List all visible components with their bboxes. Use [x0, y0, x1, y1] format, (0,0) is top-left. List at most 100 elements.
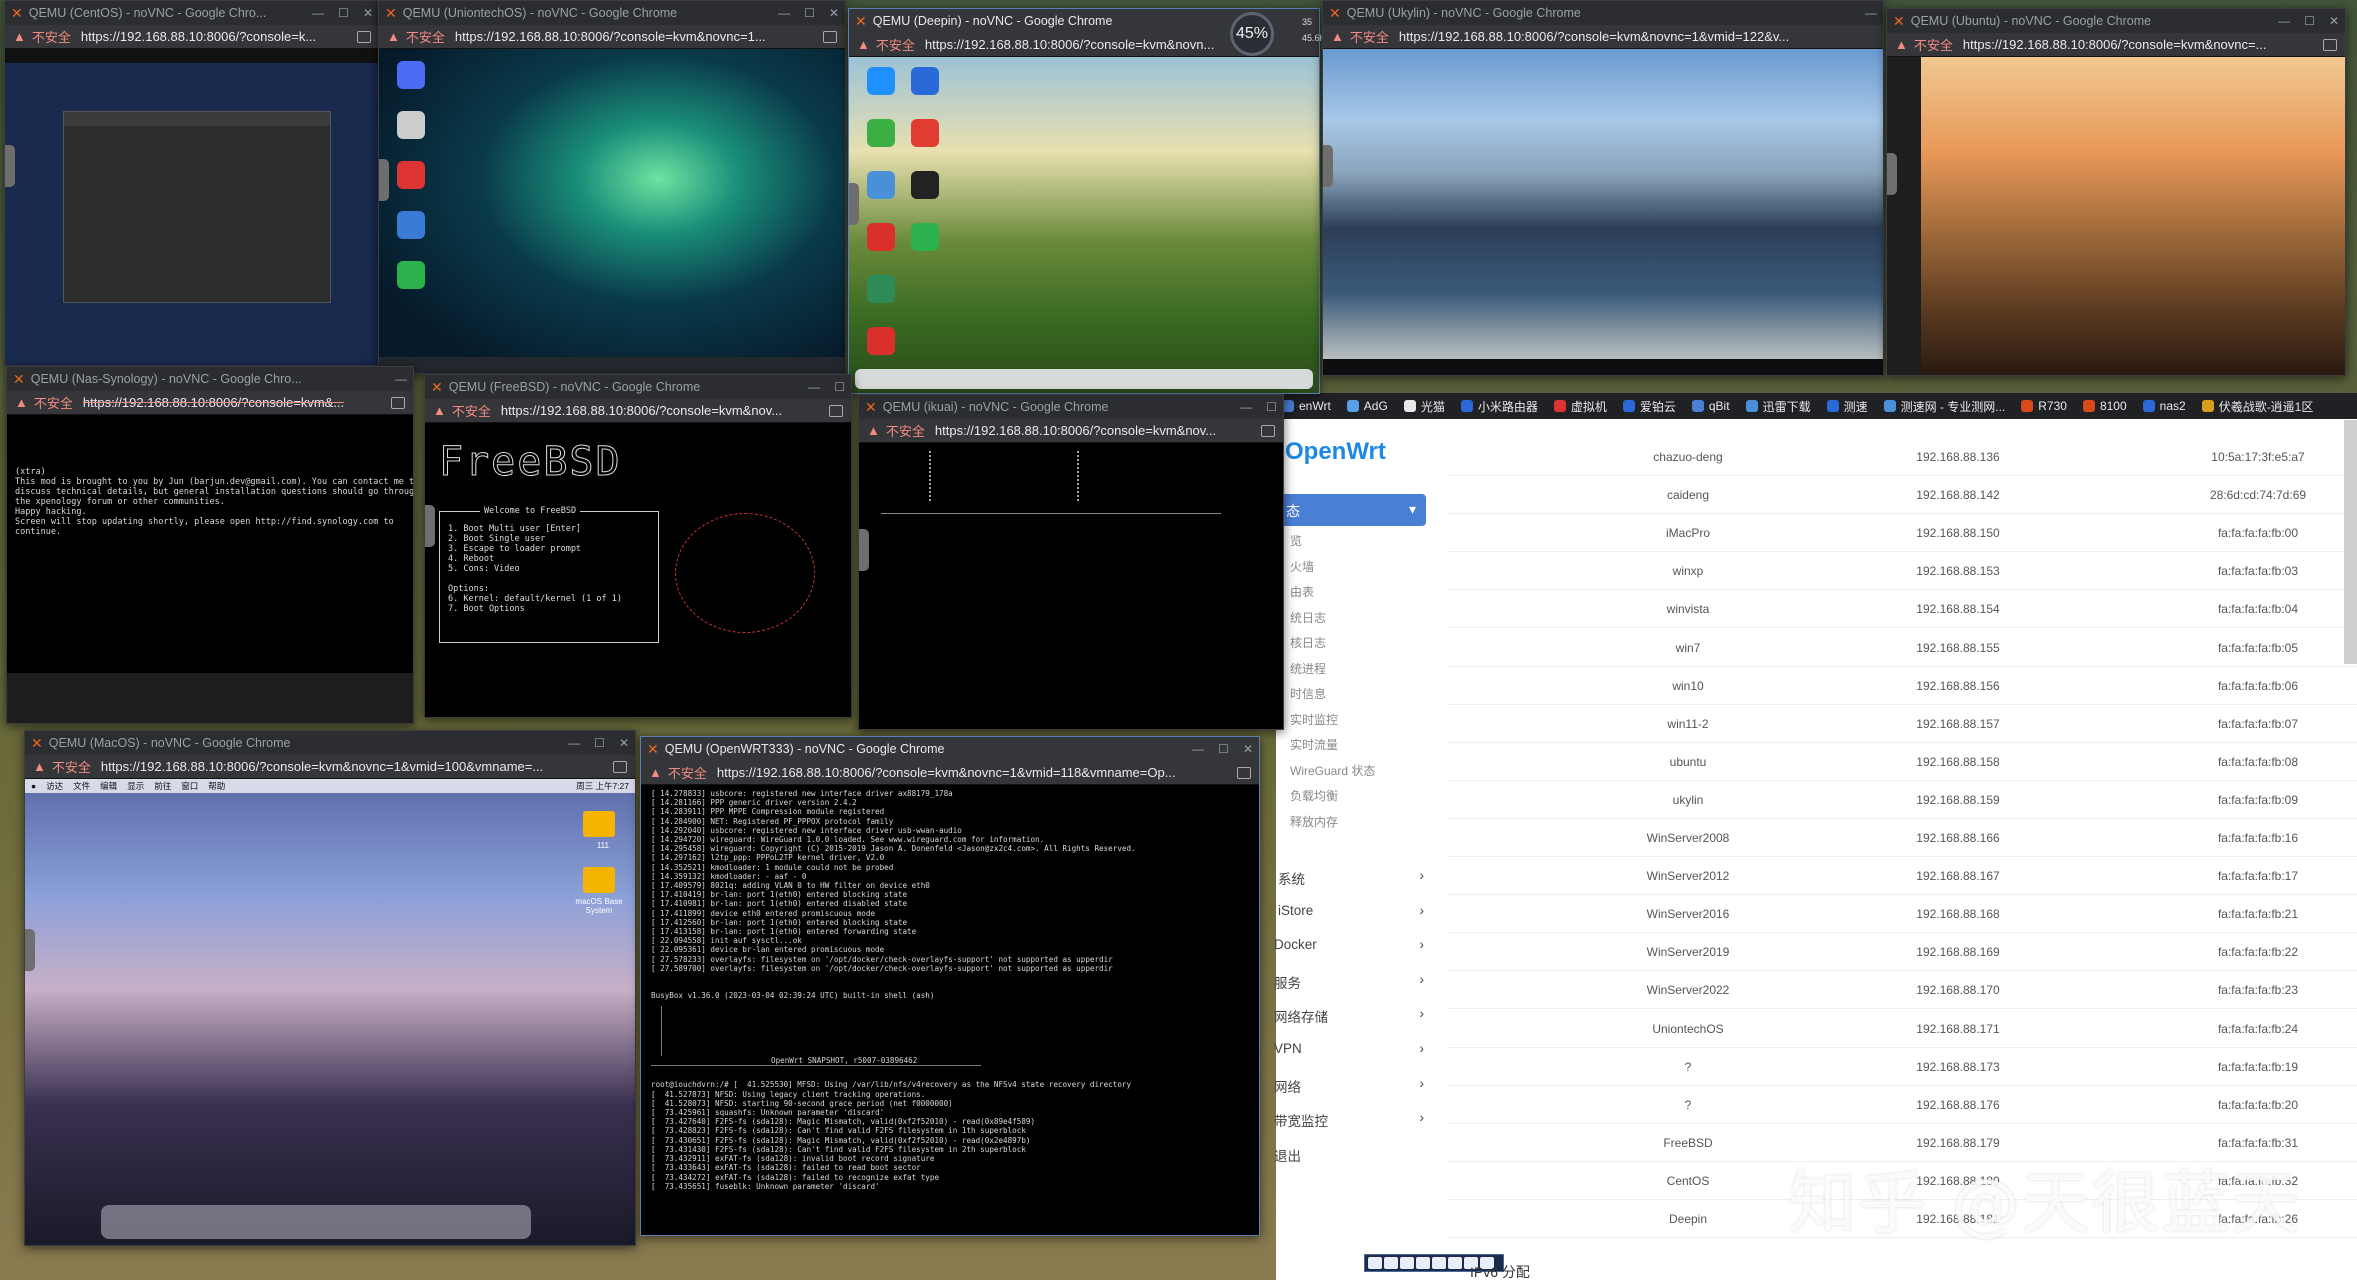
wps-pdf-icon[interactable] — [911, 119, 939, 147]
wps-icon[interactable] — [867, 223, 895, 251]
ime-icon[interactable] — [1416, 1257, 1430, 1269]
boot-menu-item[interactable]: 2. Boot Single user — [448, 534, 650, 544]
window-macos[interactable]: ✕ QEMU (MacOS) - noVNC - Google Chrome — ☐ ✕… — [24, 730, 636, 1246]
bookmark-item[interactable]: AdG — [1346, 399, 1388, 413]
app-icon[interactable] — [867, 171, 895, 199]
window-ubuntu[interactable]: ✕ QEMU (Ubuntu) - noVNC - Google Chrome — ☐… — [1886, 8, 2346, 376]
app-icon[interactable] — [867, 119, 895, 147]
bookmark-item[interactable]: 伏羲战歌-逍遥1区 — [2201, 398, 2313, 415]
window-uniontech[interactable]: ✕ QEMU (UniontechOS) - noVNC - Google Chr… — [378, 0, 846, 374]
address-field[interactable]: https://192.168.88.10:8006/?console=kvm&… — [1963, 37, 2317, 52]
ime-icon[interactable] — [1384, 1257, 1398, 1269]
window-nas-synology[interactable]: ✕ QEMU (Nas-Synology) - noVNC - Google Ch… — [6, 366, 414, 724]
qq-icon[interactable] — [911, 171, 939, 199]
window-ikuai[interactable]: ✕ QEMU (ikuai) - noVNC - Google Chrome — ☐ … — [858, 394, 1284, 730]
wechat-icon[interactable] — [911, 223, 939, 251]
wps-sheet-icon[interactable] — [867, 275, 895, 303]
submenu-item[interactable]: WireGuard 状态 — [1290, 762, 1375, 779]
mac-menu-item[interactable]: 前往 — [154, 780, 171, 792]
menu-item[interactable]: 网络 › — [1274, 1076, 1424, 1096]
submenu-item[interactable]: 实时流量 — [1290, 736, 1338, 753]
menu-item[interactable]: Docker › — [1274, 937, 1424, 952]
novnc-panel-handle[interactable] — [379, 159, 389, 201]
wps-writer-icon[interactable] — [911, 67, 939, 95]
cast-icon[interactable] — [829, 404, 843, 417]
close-button[interactable]: ✕ — [1243, 742, 1253, 756]
close-button[interactable]: ✕ — [363, 6, 373, 20]
submenu-item[interactable]: 释放内存 — [1290, 813, 1338, 830]
menu-item[interactable]: 服务 › — [1274, 972, 1424, 992]
submenu-item[interactable]: 火墙 — [1290, 558, 1314, 575]
novnc-panel-handle[interactable] — [849, 183, 859, 225]
bookmark-item[interactable]: 虚拟机 — [1553, 398, 1607, 415]
submenu-item[interactable]: 负载均衡 — [1290, 787, 1338, 804]
submenu-item[interactable]: 览 — [1290, 532, 1302, 549]
menu-item[interactable]: iStore › — [1274, 903, 1424, 918]
vnc-screen[interactable]: ● 访达 文件 编辑 显示 前往 窗口 帮助 周三 上午7:27 111 macOS Bas… — [25, 779, 635, 1245]
terminal-window[interactable] — [63, 111, 331, 303]
submenu-item[interactable]: 时信息 — [1290, 685, 1326, 702]
maximize-button[interactable]: ☐ — [2304, 14, 2315, 28]
bookmark-item[interactable]: 测速 — [1826, 398, 1868, 415]
bookmark-item[interactable]: 8100 — [2082, 399, 2127, 413]
vnc-screen[interactable] — [5, 49, 379, 365]
novnc-panel-handle[interactable] — [859, 529, 869, 571]
ime-icon[interactable] — [1448, 1257, 1462, 1269]
ime-icon[interactable] — [1368, 1257, 1382, 1269]
vnc-screen[interactable] — [1323, 49, 1883, 375]
novnc-panel-handle[interactable] — [1887, 153, 1897, 195]
maximize-button[interactable]: ☐ — [338, 6, 349, 20]
bookmark-item[interactable]: enWrt — [1282, 399, 1331, 413]
address-field[interactable]: https://192.168.88.10:8006/?console=kvm&… — [935, 423, 1255, 438]
address-field[interactable]: https://192.168.88.10:8006/?console=kvm&… — [717, 765, 1231, 780]
novnc-panel-handle[interactable] — [25, 929, 35, 971]
ime-icon[interactable] — [1400, 1257, 1414, 1269]
bookmark-item[interactable]: 小米路由器 — [1460, 398, 1538, 415]
minimize-button[interactable]: — — [2278, 14, 2290, 28]
address-field[interactable]: https://192.168.88.10:8006/?console=k... — [81, 29, 351, 44]
boot-menu-item[interactable]: 1. Boot Multi user [Enter] — [448, 524, 650, 534]
boot-menu-item[interactable] — [448, 574, 650, 584]
ikuai-console-menu[interactable] — [881, 513, 1221, 613]
minimize-button[interactable]: — — [1865, 6, 1877, 20]
vnc-screen[interactable]: FreeBSD Welcome to FreeBSD 1. Boot Multi… — [425, 423, 851, 717]
synology-console[interactable]: (xtra) This mod is brought to you by Jun … — [7, 415, 413, 673]
window-deepin[interactable]: ✕ QEMU (Deepin) - noVNC - Google Chrome ▲… — [848, 8, 1320, 394]
openwrt-console[interactable]: [ 14.278833] usbcore: registered new int… — [641, 785, 1259, 1235]
cast-icon[interactable] — [1237, 766, 1251, 779]
app-icon[interactable] — [397, 211, 425, 239]
minimize-button[interactable]: — — [395, 372, 407, 386]
apple-icon[interactable]: ● — [31, 781, 36, 791]
menu-item[interactable]: 系统 › — [1274, 868, 1424, 888]
bookmark-item[interactable]: R730 — [2021, 399, 2067, 413]
mac-menu-item[interactable]: 访达 — [46, 780, 63, 792]
mac-menu-item[interactable]: 显示 — [127, 780, 144, 792]
menu-item[interactable]: VPN › — [1274, 1041, 1424, 1056]
mac-menu-item[interactable]: 窗口 — [181, 780, 198, 792]
disk-icon[interactable] — [583, 867, 615, 893]
qq-icon[interactable] — [397, 161, 425, 189]
boot-menu-item[interactable]: Options: — [448, 584, 650, 594]
cast-icon[interactable] — [391, 396, 405, 409]
cast-icon[interactable] — [823, 30, 837, 43]
boot-menu[interactable]: Welcome to FreeBSD 1. Boot Multi user [E… — [439, 506, 659, 643]
menu-item[interactable]: 网络存储 › — [1274, 1006, 1424, 1026]
bookmark-item[interactable]: nas2 — [2142, 399, 2186, 413]
window-centos[interactable]: ✕ QEMU (CentOS) - noVNC - Google Chro... —… — [4, 0, 380, 366]
disk-icon[interactable] — [583, 811, 615, 837]
app-icon[interactable] — [867, 67, 895, 95]
vnc-screen[interactable] — [859, 443, 1283, 729]
maximize-button[interactable]: ☐ — [594, 736, 605, 750]
novnc-panel-handle[interactable] — [425, 505, 435, 547]
bookmark-item[interactable]: 光猫 — [1403, 398, 1445, 415]
boot-menu-item[interactable]: 6. Kernel: default/kernel (1 of 1) — [448, 594, 650, 604]
menu-item[interactable]: 带宽监控 › — [1274, 1110, 1424, 1130]
boot-menu-item[interactable]: 4. Reboot — [448, 554, 650, 564]
minimize-button[interactable]: — — [778, 6, 790, 20]
cast-icon[interactable] — [1261, 424, 1275, 437]
page-scrollbar[interactable] — [2344, 420, 2357, 664]
mac-menu-item[interactable]: 帮助 — [208, 780, 225, 792]
minimize-button[interactable]: — — [312, 6, 324, 20]
bookmark-item[interactable]: 迅雷下载 — [1745, 398, 1811, 415]
minimize-button[interactable]: — — [1192, 742, 1204, 756]
